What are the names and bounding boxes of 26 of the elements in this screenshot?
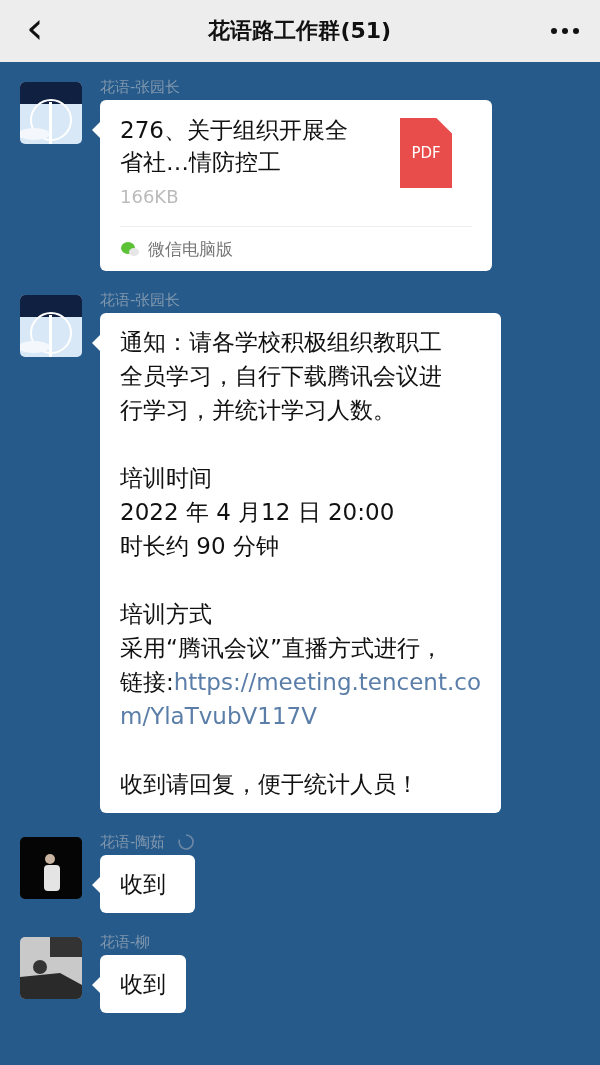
message-text: 2022 年 4 月12 日 20:00	[120, 499, 395, 525]
message-text: 行学习，并统计学习人数。	[120, 397, 396, 423]
source-label: 微信电脑版	[148, 238, 233, 261]
meeting-link[interactable]: https://meeting.tencent.co	[173, 669, 481, 695]
chat-bubbles-icon	[120, 241, 140, 257]
sender-name: 花语-张园长	[100, 78, 181, 96]
message-text: 培训时间	[120, 465, 212, 491]
back-button[interactable]: ‹	[20, 6, 50, 56]
message-text: 采用“腾讯会议”直播方式进行，	[120, 635, 443, 661]
sender-name: 花语-柳	[100, 933, 151, 951]
message-text: 培训方式	[120, 601, 212, 627]
message-text: 通知：请各学校积极组织教职工	[120, 329, 442, 355]
chat-title: 花语路工作群(51)	[208, 17, 392, 45]
message-text: 收到	[120, 971, 166, 997]
meeting-link[interactable]: m/YlaTvubV117V	[120, 703, 317, 729]
message-text: 收到	[120, 871, 166, 897]
file-size: 166KB	[120, 185, 180, 209]
message-text: 链接:	[120, 669, 174, 695]
message-text: 时长约 90 分钟	[120, 533, 279, 559]
message-text: 收到请回复，便于统计人员！	[120, 771, 419, 797]
file-name: 276、关于组织开展全省社…情防控工	[120, 116, 349, 177]
message-text: 全员学习，自行下载腾讯会议进	[120, 363, 442, 389]
sender-name: 花语-陶茹	[100, 833, 166, 851]
more-icon[interactable]	[550, 27, 580, 35]
pdf-file-icon: PDF	[400, 118, 452, 188]
sender-name: 花语-张园长	[100, 291, 181, 309]
